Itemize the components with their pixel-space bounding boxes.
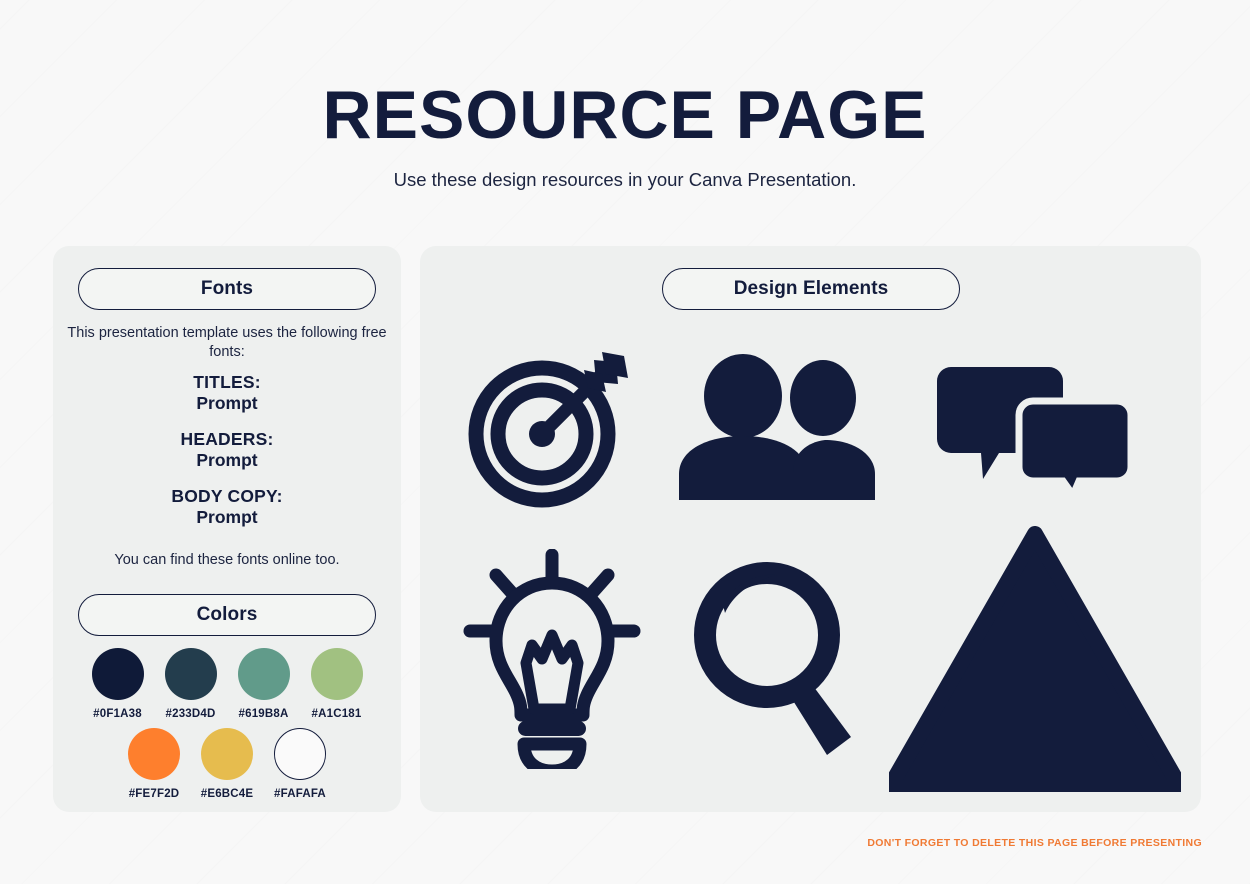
color-swatch-dot	[310, 648, 363, 700]
color-swatch-label: #FAFAFA	[274, 788, 326, 800]
magnifying-glass-icon	[693, 562, 851, 755]
font-group-titles: TITLES: Prompt	[53, 372, 401, 414]
icon-cell-speech-bubbles[interactable]	[889, 330, 1181, 526]
color-swatch[interactable]: #0F1A38	[91, 648, 144, 720]
color-swatch-label: #A1C181	[311, 708, 362, 720]
icon-cell-triangle[interactable]	[889, 526, 1181, 792]
colors-section-heading: Colors	[78, 594, 376, 636]
font-name-label: Prompt	[196, 393, 258, 413]
fonts-outro-text: You can find these fonts online too.	[114, 552, 340, 568]
icon-cell-magnifier[interactable]	[665, 526, 890, 792]
color-swatch-label: #233D4D	[165, 708, 216, 720]
font-role-label: TITLES:	[193, 372, 261, 392]
fonts-section-heading: Fonts	[78, 268, 376, 310]
page-title: RESOURCE PAGE	[322, 77, 928, 153]
fonts-intro-text: This presentation template uses the foll…	[67, 325, 387, 360]
delete-page-warning: DON'T FORGET TO DELETE THIS PAGE BEFORE …	[867, 837, 1202, 849]
color-swatch-dot	[274, 728, 326, 780]
color-swatch-row-primary: #0F1A38 #233D4D #619B8A #A1C181	[53, 648, 401, 720]
target-arrow-icon	[468, 352, 629, 508]
resource-page-slide: RESOURCE PAGE Use these design resources…	[0, 0, 1250, 884]
design-elements-icon-grid	[440, 330, 1181, 792]
color-swatch-dot	[91, 648, 144, 700]
page-subtitle: Use these design resources in your Canva…	[393, 169, 857, 190]
design-elements-heading-label: Design Elements	[733, 278, 889, 299]
design-elements-panel: Design Elements	[420, 246, 1201, 812]
color-swatch-label: #FE7F2D	[128, 788, 180, 800]
color-swatch[interactable]: #619B8A	[237, 648, 290, 720]
font-group-headers: HEADERS: Prompt	[53, 429, 401, 471]
speech-bubbles-icon	[937, 367, 1133, 495]
color-swatch-label: #619B8A	[238, 708, 289, 720]
color-swatch-label: #E6BC4E	[200, 788, 254, 800]
icon-cell-people[interactable]	[665, 330, 890, 526]
color-swatch[interactable]: #FAFAFA	[274, 728, 326, 800]
color-swatch-dot	[201, 728, 253, 780]
color-swatch-dot	[237, 648, 290, 700]
font-name-label: Prompt	[196, 507, 258, 527]
fonts-heading-label: Fonts	[200, 278, 254, 299]
design-elements-section-heading: Design Elements	[662, 268, 960, 310]
font-role-label: BODY COPY:	[171, 486, 283, 506]
color-swatch[interactable]: #E6BC4E	[201, 728, 253, 800]
font-name-label: Prompt	[196, 450, 258, 470]
color-swatch-row-secondary: #FE7F2D #E6BC4E #FAFAFA	[53, 728, 401, 800]
icon-cell-target[interactable]	[440, 330, 665, 526]
lightbulb-icon	[463, 549, 641, 769]
triangle-shape-icon	[889, 526, 1181, 792]
colors-heading-label: Colors	[196, 604, 258, 625]
color-swatch-label: #0F1A38	[93, 708, 142, 720]
icon-cell-lightbulb[interactable]	[440, 526, 665, 792]
color-swatch-dot	[128, 728, 180, 780]
fonts-and-colors-panel: Fonts This presentation template uses th…	[53, 246, 401, 812]
font-group-body-copy: BODY COPY: Prompt	[53, 486, 401, 528]
people-group-icon	[678, 354, 875, 500]
color-swatch-dot	[164, 648, 217, 700]
color-swatch[interactable]: #A1C181	[310, 648, 363, 720]
color-swatch[interactable]: #233D4D	[164, 648, 217, 720]
font-role-label: HEADERS:	[180, 429, 274, 449]
color-swatch[interactable]: #FE7F2D	[128, 728, 180, 800]
